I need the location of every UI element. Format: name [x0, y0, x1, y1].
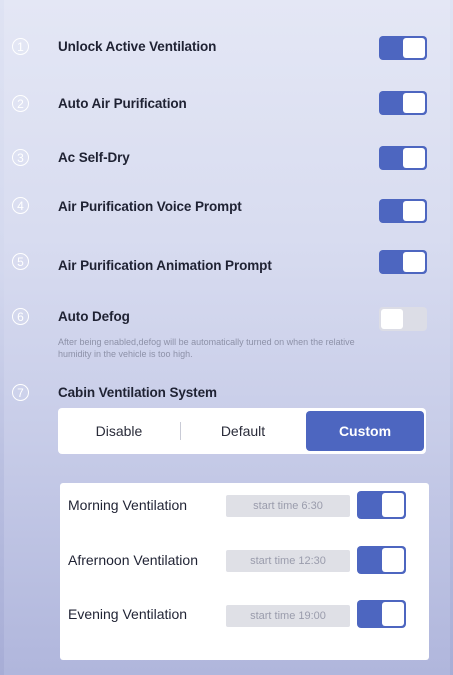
index-badge: 2 [12, 95, 29, 112]
auto-defog-toggle[interactable] [379, 307, 427, 331]
index-badge: 1 [12, 38, 29, 55]
segment-divider [180, 422, 181, 440]
toggle-knob [403, 252, 425, 272]
index-badge: 4 [12, 197, 29, 214]
morning-ventilation-toggle[interactable] [357, 491, 406, 519]
toggle-knob [403, 93, 425, 113]
evening-ventilation-toggle[interactable] [357, 600, 406, 628]
evening-start-time-field[interactable]: start time 19:00 [226, 605, 350, 627]
index-badge: 5 [12, 253, 29, 270]
setting-label: Auto Defog [58, 309, 130, 324]
ventilation-schedule-panel: Morning Ventilation start time 6:30 Afre… [60, 483, 429, 660]
toggle-knob [403, 201, 425, 221]
setting-label: Air Purification Animation Prompt [58, 258, 272, 273]
auto-defog-description: After being enabled,defog will be automa… [58, 337, 355, 359]
ac-self-dry-toggle[interactable] [379, 146, 427, 170]
schedule-label: Evening Ventilation [68, 606, 188, 622]
toggle-knob [382, 602, 404, 626]
toggle-knob [403, 148, 425, 168]
mode-option-disable[interactable]: Disable [58, 408, 180, 454]
setting-label: Cabin Ventilation System [58, 385, 217, 400]
auto-air-purification-toggle[interactable] [379, 91, 427, 115]
setting-label: Air Purification Voice Prompt [58, 199, 242, 214]
toggle-knob [382, 493, 404, 517]
mode-option-default[interactable]: Default [182, 408, 304, 454]
afternoon-start-time-field[interactable]: start time 12:30 [226, 550, 350, 572]
morning-start-time-field[interactable]: start time 6:30 [226, 495, 350, 517]
unlock-active-ventilation-toggle[interactable] [379, 36, 427, 60]
air-purification-animation-prompt-toggle[interactable] [379, 250, 427, 274]
mode-option-custom[interactable]: Custom [306, 411, 424, 451]
setting-label: Ac Self-Dry [58, 150, 130, 165]
index-badge: 7 [12, 384, 29, 401]
index-badge: 3 [12, 149, 29, 166]
schedule-row-evening: Evening Ventilation start time 19:00 [60, 600, 429, 630]
schedule-label: Afrernoon Ventilation [68, 552, 198, 568]
afternoon-ventilation-toggle[interactable] [357, 546, 406, 574]
schedule-label: Morning Ventilation [68, 497, 188, 513]
setting-label: Auto Air Purification [58, 96, 187, 111]
schedule-row-morning: Morning Ventilation start time 6:30 [60, 491, 429, 521]
schedule-row-afternoon: Afrernoon Ventilation start time 12:30 [60, 546, 429, 576]
index-badge: 6 [12, 308, 29, 325]
air-purification-voice-prompt-toggle[interactable] [379, 199, 427, 223]
toggle-knob [381, 309, 403, 329]
toggle-knob [382, 548, 404, 572]
setting-label: Unlock Active Ventilation [58, 39, 217, 54]
toggle-knob [403, 38, 425, 58]
ventilation-mode-selector: Disable Default Custom [58, 408, 426, 454]
